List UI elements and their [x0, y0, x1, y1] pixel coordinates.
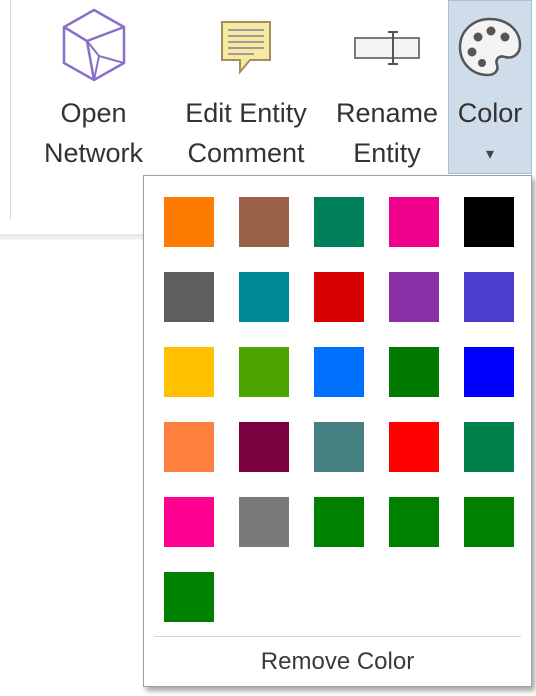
chevron-down-icon: ▾	[485, 146, 495, 163]
color-swatch-23[interactable]	[314, 497, 364, 547]
rename-entity-label: Rename Entity	[328, 93, 446, 173]
edit-entity-comment-label: Edit Entity Comment	[172, 93, 320, 173]
color-dropdown-menu: Remove Color	[143, 175, 532, 687]
color-swatch-2[interactable]	[239, 197, 289, 247]
color-swatch-3[interactable]	[314, 197, 364, 247]
open-network-button[interactable]: Open Network	[36, 0, 151, 176]
color-dropdown-button[interactable]: Color ▾	[448, 0, 532, 174]
open-network-label-line1: Open	[60, 98, 127, 128]
color-swatch-8[interactable]	[314, 272, 364, 322]
menu-separator	[154, 636, 521, 637]
rename-icon	[328, 6, 446, 86]
open-network-label: Open Network	[36, 93, 151, 173]
color-swatch-16[interactable]	[164, 422, 214, 472]
color-swatch-15[interactable]	[464, 347, 514, 397]
color-swatch-grid	[164, 197, 524, 622]
edit-entity-comment-button[interactable]: Edit Entity Comment	[172, 0, 320, 176]
color-swatch-24[interactable]	[389, 497, 439, 547]
rename-entity-label-line1: Rename	[335, 98, 439, 128]
color-swatch-13[interactable]	[314, 347, 364, 397]
comment-icon	[172, 6, 320, 86]
open-network-icon	[36, 6, 151, 86]
open-network-label-line2: Network	[43, 138, 144, 168]
color-swatch-20[interactable]	[464, 422, 514, 472]
color-swatch-14[interactable]	[389, 347, 439, 397]
color-label-text: Color	[457, 98, 523, 128]
color-swatch-4[interactable]	[389, 197, 439, 247]
edit-entity-comment-label-line2: Comment	[187, 138, 305, 168]
rename-entity-label-line2: Entity	[353, 138, 421, 168]
color-swatch-9[interactable]	[389, 272, 439, 322]
color-swatch-11[interactable]	[164, 347, 214, 397]
color-swatch-18[interactable]	[314, 422, 364, 472]
ribbon-bottom-edge	[0, 234, 145, 240]
color-swatch-1[interactable]	[164, 197, 214, 247]
color-swatch-26[interactable]	[164, 572, 214, 622]
palette-icon	[449, 7, 531, 87]
app-screen: Open Network Edit Entity Comment Rename …	[0, 0, 536, 696]
color-swatch-22[interactable]	[239, 497, 289, 547]
color-swatch-7[interactable]	[239, 272, 289, 322]
edit-entity-comment-label-line1: Edit Entity	[185, 98, 307, 128]
color-swatch-25[interactable]	[464, 497, 514, 547]
color-swatch-10[interactable]	[464, 272, 514, 322]
color-label: Color	[449, 93, 531, 133]
color-swatch-12[interactable]	[239, 347, 289, 397]
color-swatch-5[interactable]	[464, 197, 514, 247]
rename-entity-button[interactable]: Rename Entity	[328, 0, 446, 176]
ribbon-divider	[10, 0, 11, 220]
color-swatch-19[interactable]	[389, 422, 439, 472]
color-swatch-17[interactable]	[239, 422, 289, 472]
color-swatch-6[interactable]	[164, 272, 214, 322]
color-swatch-21[interactable]	[164, 497, 214, 547]
remove-color-button[interactable]: Remove Color	[144, 642, 531, 682]
